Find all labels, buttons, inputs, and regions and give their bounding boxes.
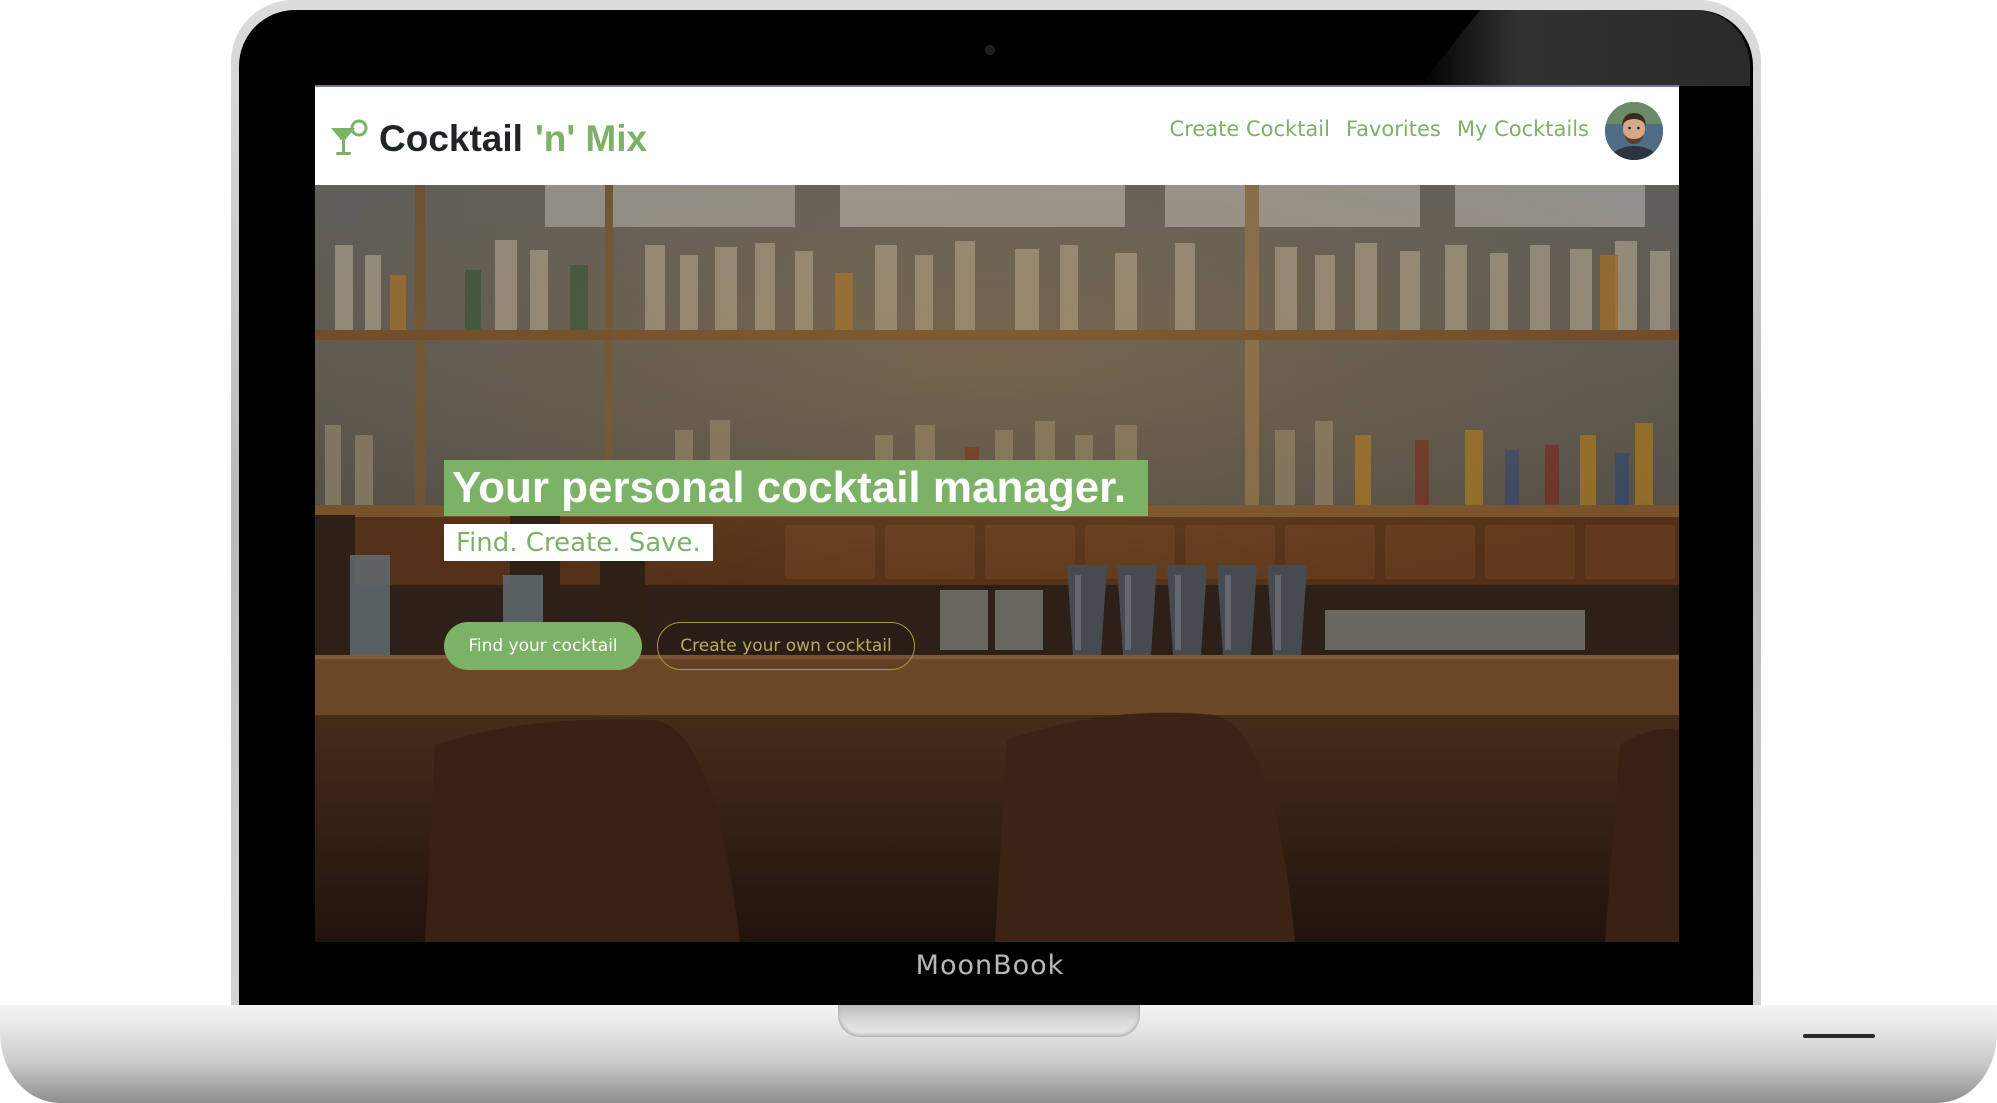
- find-cocktail-button[interactable]: Find your cocktail: [444, 622, 642, 670]
- navbar: Cocktail 'n' Mix Create Cocktail Favorit…: [315, 87, 1679, 185]
- nav-favorites[interactable]: Favorites: [1346, 117, 1441, 141]
- hero-title: Your personal cocktail manager.: [452, 463, 1127, 512]
- website-screen: Cocktail 'n' Mix Create Cocktail Favorit…: [315, 85, 1679, 942]
- nav-my-cocktails[interactable]: My Cocktails: [1457, 117, 1589, 141]
- bar-background-image: [315, 185, 1679, 942]
- device-brand-label: MoonBook: [915, 950, 1065, 981]
- laptop-mockup: Cocktail 'n' Mix Create Cocktail Favorit…: [0, 0, 1997, 1103]
- create-cocktail-button[interactable]: Create your own cocktail: [657, 622, 915, 670]
- hero-title-band: Your personal cocktail manager.: [444, 460, 1149, 516]
- laptop-opening-notch: [838, 1005, 1140, 1037]
- webcam-icon: [985, 45, 995, 55]
- nav-create-cocktail[interactable]: Create Cocktail: [1170, 117, 1330, 141]
- hero-section: Your personal cocktail manager. Find. Cr…: [315, 185, 1679, 942]
- site-logo[interactable]: Cocktail 'n' Mix: [329, 115, 647, 163]
- cocktail-glass-icon: [331, 119, 368, 155]
- logo-accent-text: 'n' Mix: [534, 118, 648, 159]
- avatar-portrait-icon: [1605, 102, 1663, 160]
- nav-links: Create Cocktail Favorites My Cocktails: [1170, 117, 1589, 141]
- hero-subtitle: Find. Create. Save.: [456, 527, 701, 558]
- laptop-slot: [1803, 1034, 1875, 1038]
- logo-text: Cocktail: [379, 118, 523, 159]
- hero-subtitle-band: Find. Create. Save.: [444, 524, 713, 561]
- user-avatar[interactable]: [1605, 102, 1663, 160]
